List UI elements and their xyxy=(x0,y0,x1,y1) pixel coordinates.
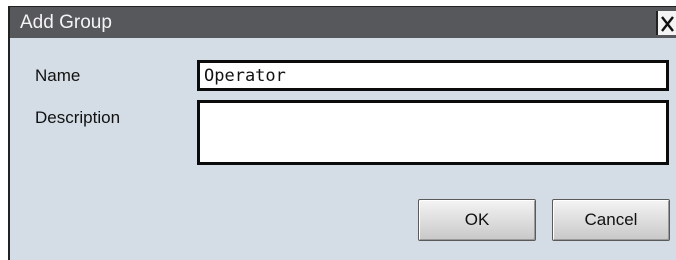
name-label: Name xyxy=(35,66,81,85)
dialog-titlebar[interactable]: Add Group xyxy=(10,7,676,38)
close-icon xyxy=(661,16,674,32)
description-input[interactable] xyxy=(197,100,669,165)
dialog-title: Add Group xyxy=(20,12,112,33)
close-button[interactable] xyxy=(656,11,676,35)
add-group-dialog: Add Group Name Description OK Cancel xyxy=(8,6,676,260)
name-input[interactable] xyxy=(197,60,669,91)
cancel-button[interactable]: Cancel xyxy=(552,199,670,241)
description-label: Description xyxy=(35,108,121,127)
ok-button-label: OK xyxy=(464,210,490,229)
ok-button[interactable]: OK xyxy=(418,199,536,241)
cancel-button-label: Cancel xyxy=(584,210,638,229)
